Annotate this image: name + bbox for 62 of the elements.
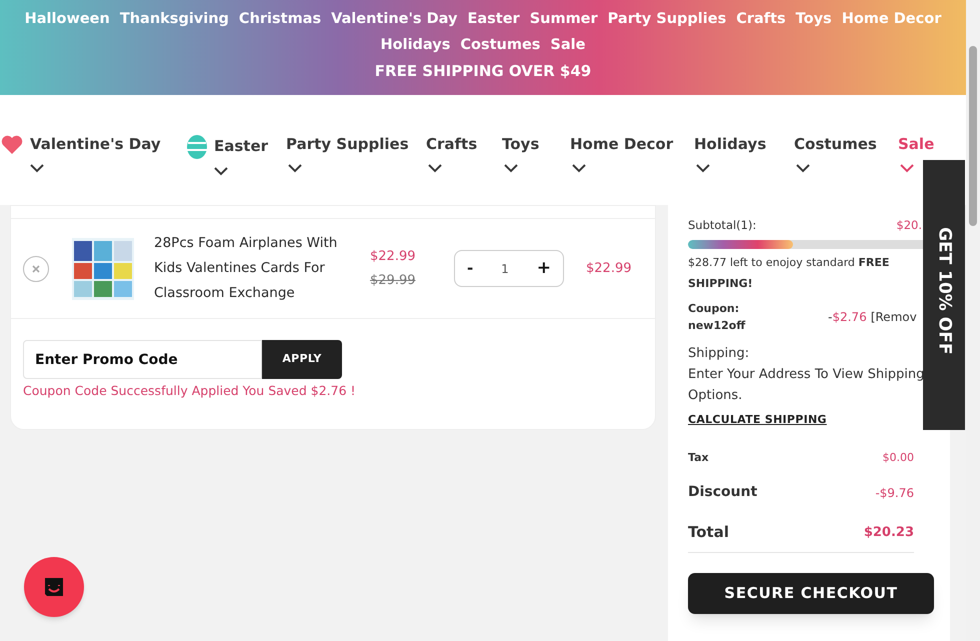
nav-link[interactable]: Toys	[502, 133, 540, 156]
quantity-stepper[interactable]: - 1 +	[454, 250, 564, 287]
heart-icon	[0, 133, 24, 156]
total-value: $20.23	[864, 524, 914, 542]
promo-code-field[interactable]: Enter Promo Code	[23, 340, 262, 379]
chevron-down-icon[interactable]	[572, 164, 586, 172]
shipping-notice: FREE SHIPPING OVER $49	[374, 61, 592, 82]
increase-button[interactable]: +	[536, 256, 551, 282]
discount-label: Discount	[688, 483, 758, 502]
banner-link[interactable]: Christmas	[238, 8, 322, 30]
coupon-code: new12off	[688, 318, 746, 334]
checkout-button[interactable]: SECURE CHECKOUT	[688, 572, 934, 614]
chevron-down-icon[interactable]	[428, 164, 442, 172]
chevron-down-icon[interactable]	[504, 164, 518, 172]
nav-link[interactable]: Easter	[214, 134, 268, 158]
quantity-value: 1	[501, 260, 509, 278]
nav-link[interactable]: Home Decor	[570, 133, 674, 156]
nav-link[interactable]: Valentine's Day	[30, 133, 161, 156]
nav-link[interactable]: Party Supplies	[286, 133, 409, 156]
subtotal-value: $20.	[896, 217, 923, 234]
sale-price: $22.99	[370, 248, 416, 266]
nav-link[interactable]: Sale	[898, 133, 934, 156]
total-label: Total	[688, 522, 729, 544]
close-icon	[32, 264, 40, 272]
minus-sign: -	[828, 309, 832, 326]
tax-label: Tax	[688, 450, 709, 466]
product-name[interactable]: 28Pcs Foam Airplanes With Kids Valentines Cards For Classroom Exchange	[154, 231, 354, 306]
chevron-down-icon[interactable]	[214, 167, 228, 176]
tax-value: $0.00	[882, 450, 915, 466]
coupon-message: Coupon Code Successfully Applied You Saved $2.76 !	[23, 382, 357, 400]
chat-button[interactable]	[24, 557, 84, 617]
remove-coupon-link[interactable]: [Remov	[870, 308, 917, 326]
coupon-label: Coupon:	[688, 301, 740, 318]
banner-link[interactable]: Summer	[530, 8, 598, 30]
chevron-down-icon[interactable]	[696, 164, 710, 172]
shipping-label: Shipping:	[688, 345, 750, 364]
smiley-chat-icon	[43, 576, 65, 598]
nav-link[interactable]: Costumes	[794, 133, 877, 156]
nav-link[interactable]: Holidays	[694, 133, 766, 156]
banner-link[interactable]: Valentine's Day	[331, 8, 458, 30]
banner-link[interactable]: Easter	[467, 8, 520, 30]
banner-link[interactable]: Holidays	[380, 34, 450, 56]
discount-value: -$9.76	[875, 484, 915, 502]
banner-link[interactable]: Sale	[550, 34, 586, 56]
banner-link[interactable]: Costumes	[460, 34, 540, 56]
nav-link[interactable]: Crafts	[426, 133, 478, 156]
original-price: $29.99	[370, 272, 416, 290]
discount-tab-label: GET 10% OFF	[934, 227, 956, 354]
line-total: $22.99	[586, 260, 632, 278]
discount-tab[interactable]: GET 10% OFF	[923, 160, 965, 430]
banner-link[interactable]: Party Supplies	[608, 8, 726, 30]
chevron-down-icon[interactable]	[288, 164, 302, 172]
apply-button[interactable]: APPLY	[262, 340, 342, 379]
shipping-info: Enter Your Address To View Shipping Options.	[688, 366, 926, 405]
calculate-shipping-link[interactable]: CALCULATE SHIPPING	[688, 412, 827, 428]
decrease-button[interactable]: -	[467, 257, 474, 280]
free-shipping-message: $28.77 left to enojoy standard FREE SHIPPING!	[688, 255, 890, 292]
egg-icon	[186, 133, 208, 159]
coupon-discount: $2.76	[832, 309, 867, 326]
chevron-down-icon[interactable]	[30, 164, 44, 172]
subtotal-label: Subtotal(1):	[688, 217, 756, 234]
chevron-down-icon[interactable]	[796, 164, 810, 172]
